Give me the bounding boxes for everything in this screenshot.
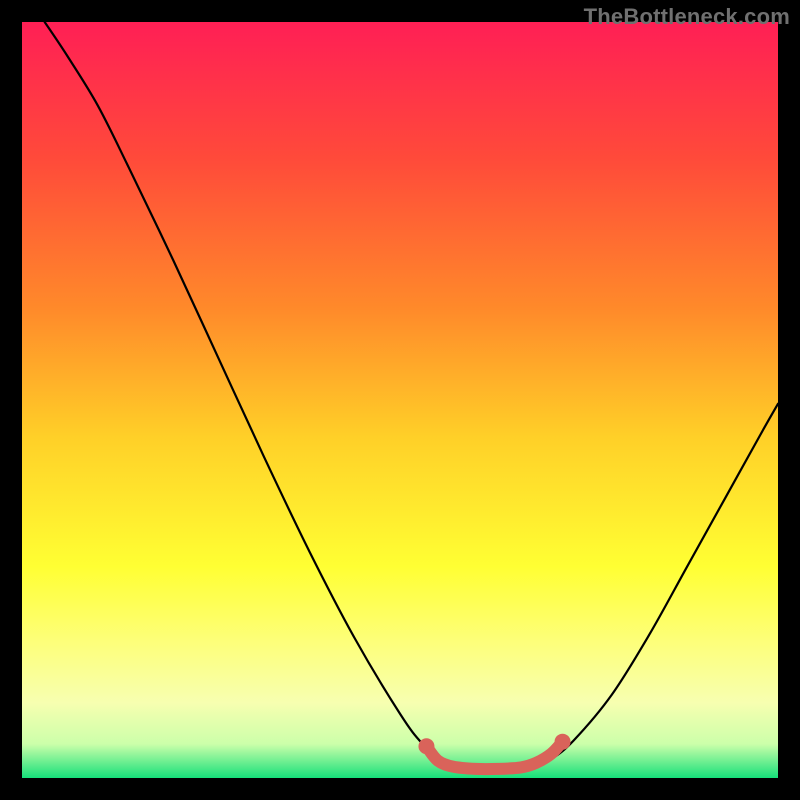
chart-background [22,22,778,778]
bottleneck-chart [22,22,778,778]
watermark-text: TheBottleneck.com [584,4,790,30]
chart-area [22,22,778,778]
